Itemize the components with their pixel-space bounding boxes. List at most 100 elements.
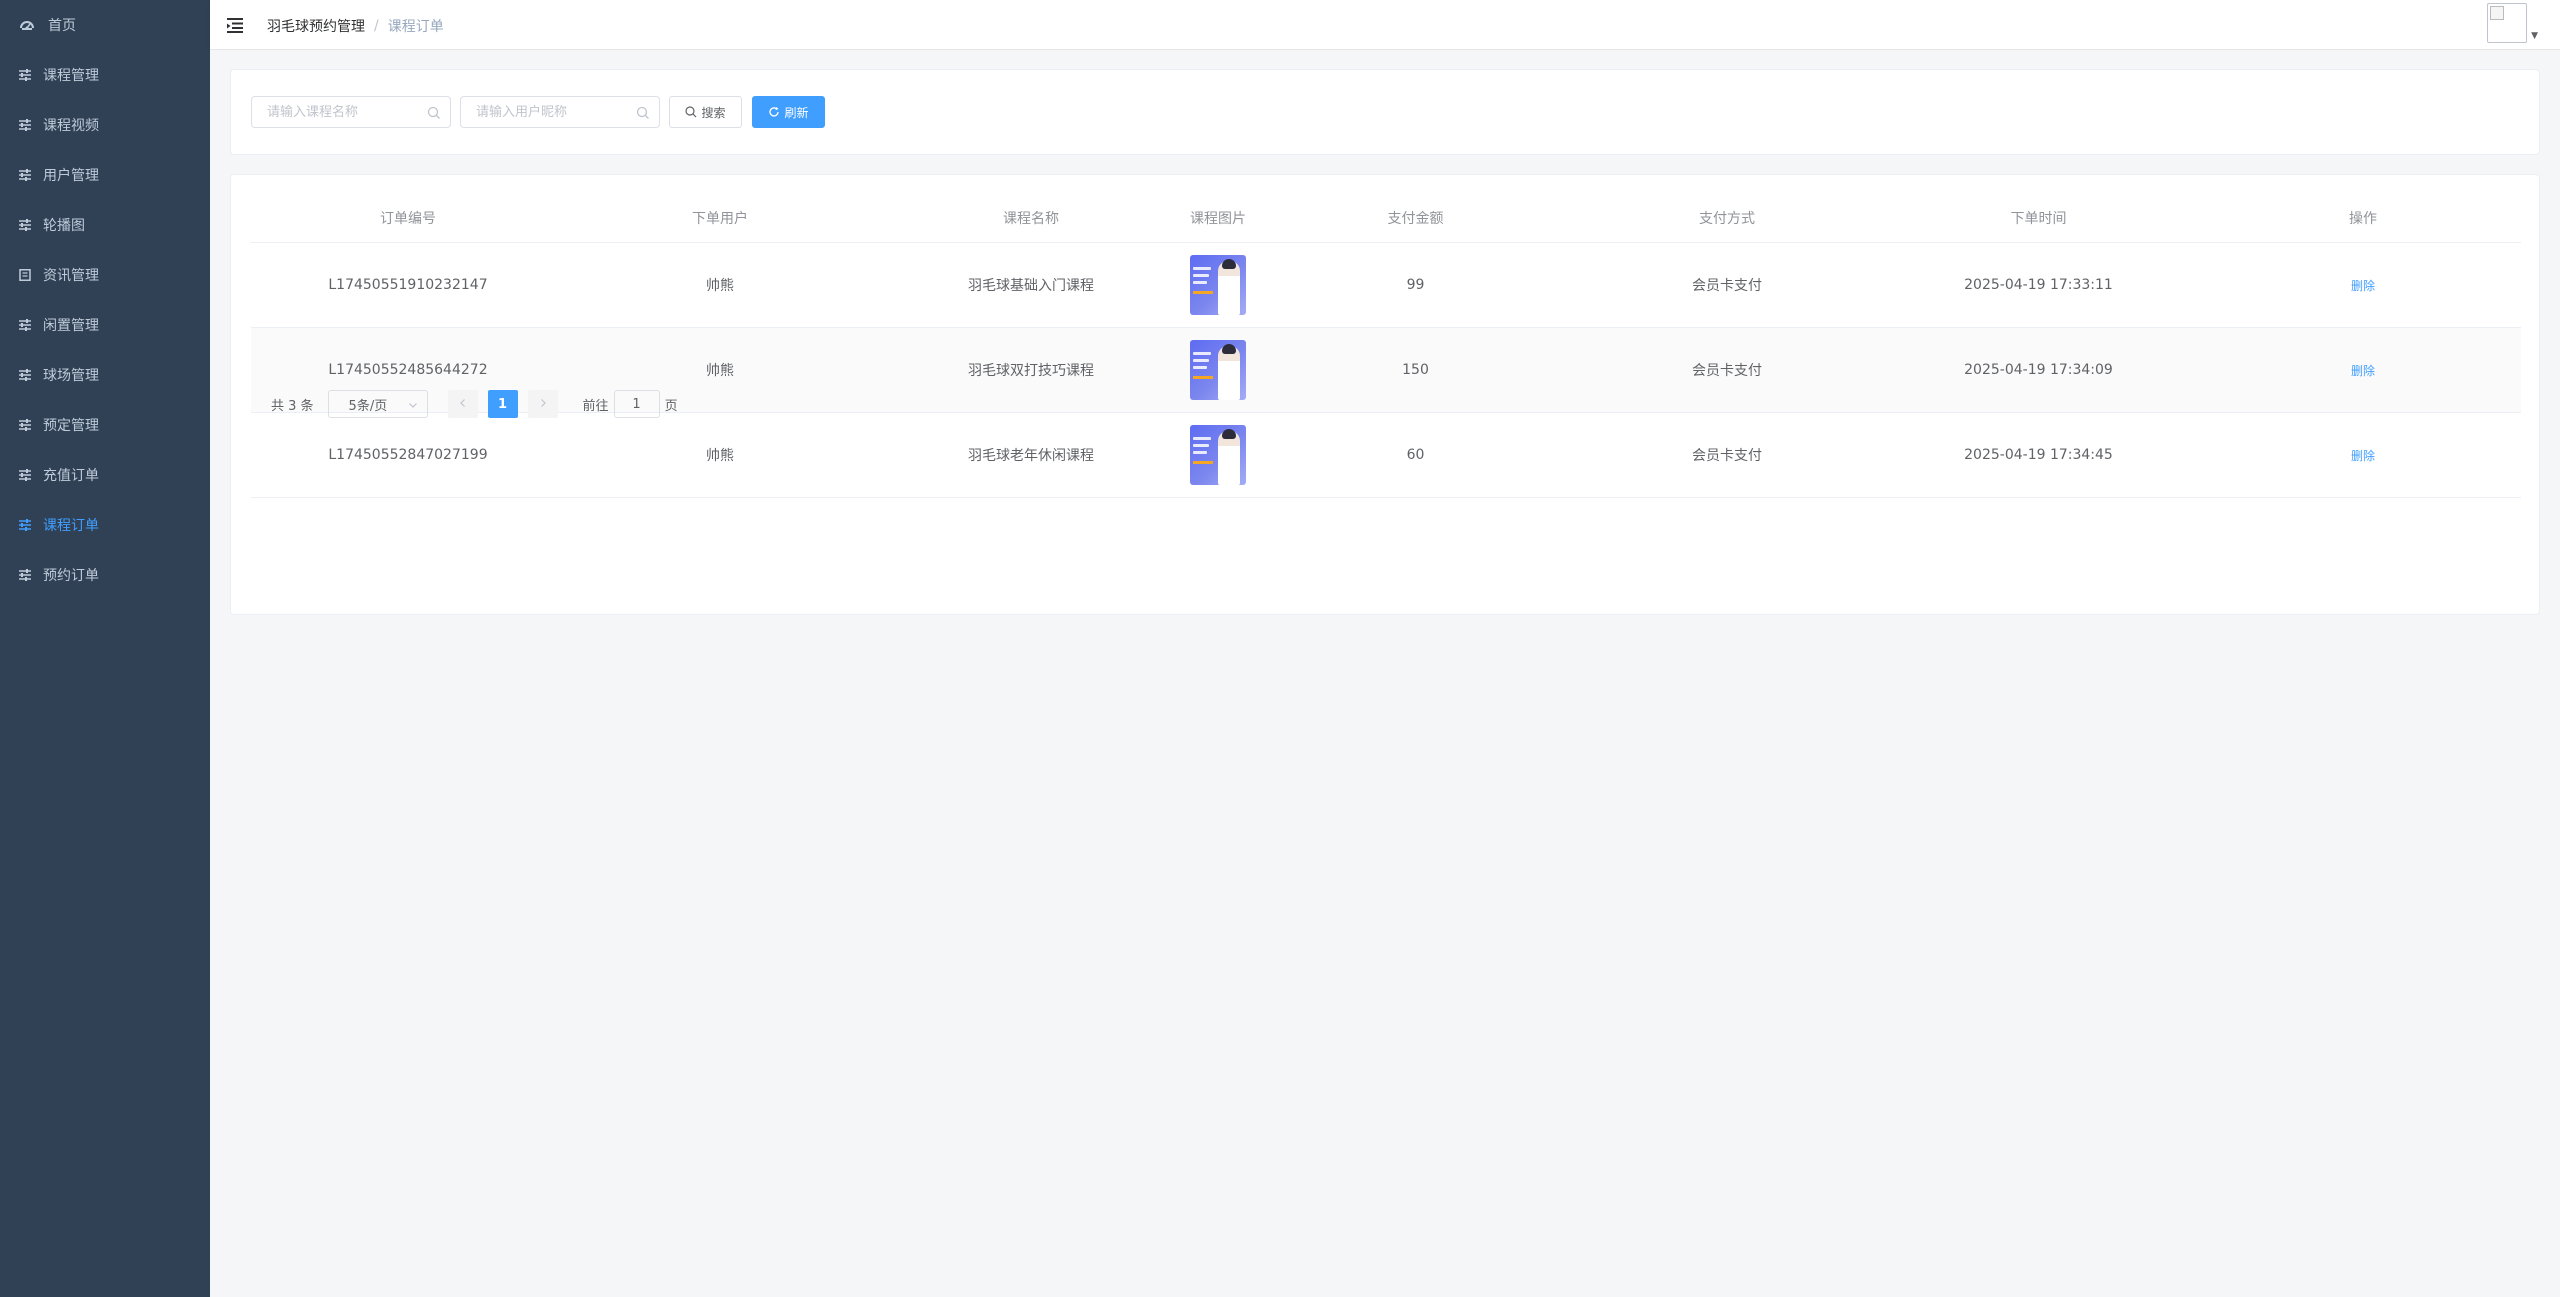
breadcrumb-current: 课程订单 <box>387 19 444 35</box>
search-icon <box>636 106 650 120</box>
sidebar-item-bookings[interactable]: 预定管理 <box>0 400 210 450</box>
sidebar-item-courses[interactable]: 课程管理 <box>0 50 210 100</box>
pay-method: 会员卡支付 <box>1692 278 1762 294</box>
table-row: L17450551910232147 帅熊 羽毛球基础入门课程 99 会员卡支付… <box>251 243 2521 328</box>
course-thumbnail[interactable] <box>1190 255 1246 315</box>
page-number-active[interactable]: 1 <box>487 390 518 418</box>
sidebar-item-label: 预约订单 <box>43 568 99 584</box>
breadcrumb-home[interactable]: 羽毛球预约管理 <box>267 16 365 36</box>
table-row: L17450552847027199 帅熊 羽毛球老年休闲课程 60 会员卡支付… <box>251 413 2521 498</box>
page-suffix-label: 页 <box>664 398 678 414</box>
column-header: 订单编号 <box>380 210 436 227</box>
document-icon <box>18 268 32 282</box>
delete-link[interactable]: 删除 <box>2351 362 2375 379</box>
broken-image-icon <box>2490 6 2505 20</box>
sidebar-item-courts[interactable]: 球场管理 <box>0 350 210 400</box>
column-header: 下单用户 <box>692 210 748 227</box>
column-header: 支付金额 <box>1387 210 1444 227</box>
order-user: 帅熊 <box>706 448 734 464</box>
sidebar-item-label: 课程管理 <box>43 68 99 84</box>
chevron-left-icon <box>458 397 468 412</box>
course-name-field[interactable] <box>252 97 450 127</box>
search-button-label: 搜索 <box>701 105 726 120</box>
chevron-down-icon <box>408 399 418 409</box>
order-time: 2025-04-19 17:34:45 <box>1964 447 2113 463</box>
column-header: 下单时间 <box>2010 210 2067 227</box>
course-name: 羽毛球老年休闲课程 <box>968 448 1094 464</box>
sidebar-item-carousel[interactable]: 轮播图 <box>0 200 210 250</box>
pay-amount: 99 <box>1406 277 1425 293</box>
sliders-icon <box>18 318 32 332</box>
course-name: 羽毛球双打技巧课程 <box>968 363 1094 379</box>
user-menu[interactable]: ▼ <box>2487 3 2538 43</box>
column-header: 课程图片 <box>1190 210 1246 227</box>
column-header: 操作 <box>2349 210 2377 227</box>
order-time: 2025-04-19 17:33:11 <box>1964 277 2113 293</box>
user-nickname-input[interactable] <box>460 96 660 128</box>
pay-method: 会员卡支付 <box>1692 448 1762 464</box>
sidebar-item-news[interactable]: 资讯管理 <box>0 250 210 300</box>
pay-amount: 60 <box>1406 447 1425 463</box>
breadcrumb: 羽毛球预约管理 / 课程订单 <box>267 16 444 36</box>
sidebar-item-label: 闲置管理 <box>43 318 99 334</box>
course-thumbnail[interactable] <box>1190 425 1246 485</box>
search-button[interactable]: 搜索 <box>669 96 742 128</box>
search-icon <box>685 106 697 118</box>
sidebar-item-label: 资讯管理 <box>43 268 99 284</box>
order-number: L17450552485644272 <box>328 362 488 378</box>
prev-page-button[interactable] <box>447 390 478 418</box>
sliders-icon <box>18 118 32 132</box>
sidebar: 首页 课程管理 课程视频 用户管理 轮播图 资讯管理 闲置管理 球场管理 预定管… <box>0 0 210 1297</box>
search-icon <box>427 106 441 120</box>
page-size-select[interactable]: 5条/页 <box>327 390 428 418</box>
dashboard-icon <box>20 18 34 32</box>
course-thumbnail[interactable] <box>1190 340 1246 400</box>
action-cell: 删除 <box>2205 277 2521 294</box>
refresh-button[interactable]: 刷新 <box>752 96 825 128</box>
avatar[interactable] <box>2487 3 2528 43</box>
column-header: 课程名称 <box>1003 210 1059 227</box>
pay-amount: 150 <box>1402 362 1429 378</box>
sidebar-item-label: 课程订单 <box>43 518 99 534</box>
navbar: 羽毛球预约管理 / 课程订单 ▼ <box>210 0 2560 50</box>
pay-method: 会员卡支付 <box>1692 363 1762 379</box>
column-header: 支付方式 <box>1699 210 1755 227</box>
next-page-button[interactable] <box>527 390 558 418</box>
sidebar-item-label: 首页 <box>48 18 76 34</box>
sidebar-item-home[interactable]: 首页 <box>0 0 210 50</box>
order-time: 2025-04-19 17:34:09 <box>1964 362 2113 378</box>
goto-page-input[interactable]: 1 <box>613 390 660 418</box>
order-user: 帅熊 <box>706 278 734 294</box>
refresh-button-label: 刷新 <box>784 105 809 120</box>
sidebar-item-idle[interactable]: 闲置管理 <box>0 300 210 350</box>
sidebar-item-recharge-orders[interactable]: 充值订单 <box>0 450 210 500</box>
sidebar-item-label: 充值订单 <box>43 468 99 484</box>
sidebar-item-label: 课程视频 <box>43 118 99 134</box>
sidebar-item-label: 球场管理 <box>43 368 99 384</box>
table-header: 订单编号 下单用户 课程名称 课程图片 支付金额 支付方式 下单时间 操作 <box>251 193 2521 243</box>
sidebar-item-label: 预定管理 <box>43 418 99 434</box>
sidebar-item-course-orders[interactable]: 课程订单 <box>0 500 210 550</box>
action-cell: 删除 <box>2205 447 2521 464</box>
course-name: 羽毛球基础入门课程 <box>968 278 1094 294</box>
sidebar-item-reservation-orders[interactable]: 预约订单 <box>0 550 210 600</box>
action-cell: 删除 <box>2205 362 2521 379</box>
sliders-icon <box>18 418 32 432</box>
main-content: 搜索 刷新 订单编号 下单用户 课程名称 课程图片 支付金额 支付方式 下单时间… <box>210 50 2560 1297</box>
delete-link[interactable]: 删除 <box>2351 277 2375 294</box>
order-number: L17450551910232147 <box>328 277 488 293</box>
delete-link[interactable]: 删除 <box>2351 447 2375 464</box>
orders-table: 订单编号 下单用户 课程名称 课程图片 支付金额 支付方式 下单时间 操作 L1… <box>251 193 2521 498</box>
hamburger-icon[interactable] <box>227 16 245 34</box>
sliders-icon <box>18 68 32 82</box>
course-image-cell <box>1187 340 1249 400</box>
sidebar-item-label: 用户管理 <box>43 168 99 184</box>
sidebar-item-course-videos[interactable]: 课程视频 <box>0 100 210 150</box>
sliders-icon <box>18 518 32 532</box>
user-nickname-field[interactable] <box>461 97 659 127</box>
sidebar-item-users[interactable]: 用户管理 <box>0 150 210 200</box>
sliders-icon <box>18 168 32 182</box>
orders-table-panel: 订单编号 下单用户 课程名称 课程图片 支付金额 支付方式 下单时间 操作 L1… <box>230 174 2540 615</box>
sliders-icon <box>18 218 32 232</box>
course-name-input[interactable] <box>251 96 451 128</box>
